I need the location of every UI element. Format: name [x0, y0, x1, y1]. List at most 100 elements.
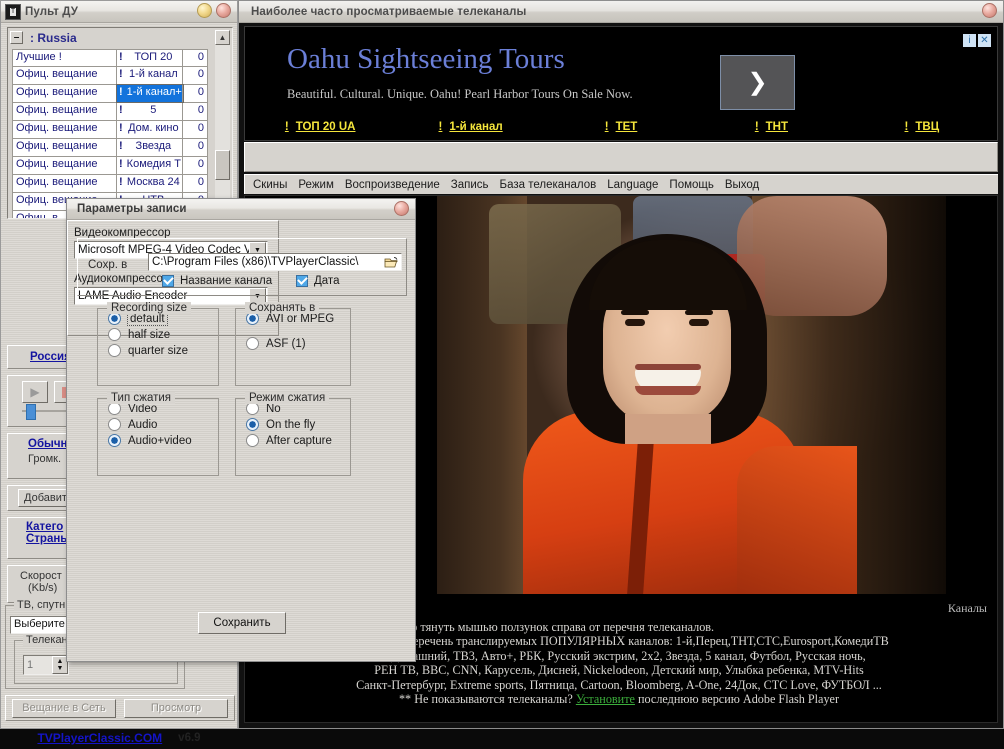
menu-item-режим[interactable]: Режим — [298, 179, 333, 191]
menu-item-скины[interactable]: Скины — [253, 179, 287, 191]
channel-name-checkbox-row[interactable]: Название канала — [162, 275, 272, 287]
table-row[interactable]: Офиц. вещание! Звезда 0 — [12, 139, 208, 157]
quick-channel-bang[interactable]: ! — [755, 121, 759, 133]
channel-name-cell[interactable]: ! Москва 24 — [117, 175, 183, 192]
quick-channel-label[interactable]: 1-й канал — [449, 121, 502, 133]
radio-option[interactable]: On the fly — [246, 418, 350, 431]
quick-channel-label[interactable]: ТЕТ — [616, 121, 638, 133]
radio-icon[interactable] — [108, 344, 121, 357]
menu-item-запись[interactable]: Запись — [451, 179, 489, 191]
menu-item-помощь[interactable]: Помощь — [669, 179, 713, 191]
radio-option[interactable]: After capture — [246, 434, 350, 447]
close-icon[interactable] — [216, 3, 231, 18]
folder-open-icon[interactable] — [382, 254, 401, 270]
menu-item-база-телеканалов[interactable]: База телеканалов — [500, 179, 597, 191]
radio-option[interactable]: ASF (1) — [246, 337, 350, 350]
channel-count: 0 — [197, 158, 204, 170]
dialog-titlebar[interactable]: Параметры записи — [67, 199, 415, 220]
channel-name-cell[interactable]: ! 1-й канал — [117, 67, 183, 84]
ad-subtitle: Beautiful. Cultural. Unique. Oahu! Pearl… — [287, 87, 633, 101]
quick-channel-bang[interactable]: ! — [439, 121, 443, 133]
chevron-right-icon[interactable]: ❯ — [720, 55, 795, 110]
video-player[interactable] — [437, 196, 946, 594]
ad-info-icon[interactable]: i — [963, 34, 976, 47]
radio-icon[interactable] — [108, 418, 121, 431]
menu-item-выход[interactable]: Выход — [725, 179, 759, 191]
scroll-up-icon[interactable]: ▲ — [215, 30, 230, 45]
channel-category: Офиц. вещание — [13, 121, 117, 138]
channel-name-cell[interactable]: ! ТОП 20 — [117, 50, 183, 66]
remote-footer: TVPlayerClassic.COM v6.9 — [1, 727, 237, 749]
country-link[interactable]: Россия — [30, 351, 71, 363]
close-icon[interactable] — [394, 201, 409, 216]
table-row[interactable]: Офиц. вещание! Комедия Т 0 — [12, 157, 208, 175]
channel-name-cell[interactable]: ! Звезда — [117, 139, 183, 156]
site-link[interactable]: TVPlayerClassic.COM — [37, 731, 162, 745]
quick-channel-link[interactable]: ! ТОП 20 UA — [245, 121, 395, 133]
radio-option[interactable]: Audio+video — [108, 434, 218, 447]
quick-channel-bang[interactable]: ! — [905, 121, 909, 133]
broadcast-to-net-button[interactable]: Вещание в Сеть — [12, 698, 116, 718]
channel-scrollbar[interactable]: ▲ — [215, 30, 230, 216]
menu-item-воспроизведение[interactable]: Воспроизведение — [345, 179, 440, 191]
radio-option[interactable]: quarter size — [108, 344, 218, 357]
quick-channel-label[interactable]: ТВЦ — [915, 121, 939, 133]
radio-icon[interactable] — [108, 328, 121, 341]
date-checkbox-row[interactable]: Дата — [296, 275, 339, 287]
table-row[interactable]: Офиц. вещание! 1-й канал+ 0 — [12, 84, 208, 103]
quick-channel-link[interactable]: ! ТВЦ — [847, 121, 997, 133]
radio-icon[interactable] — [108, 434, 121, 447]
table-row[interactable]: Офиц. вещание! Москва 24 0 — [12, 175, 208, 193]
channel-name-cell[interactable]: ! Комедия Т — [117, 157, 183, 174]
channel-number-stepper[interactable]: 1 ▲ ▼ — [23, 655, 69, 675]
table-row[interactable]: Офиц. вещание! 5 0 — [12, 103, 208, 121]
radio-option[interactable]: half size — [108, 328, 218, 341]
save-path-field[interactable]: C:\Program Files (x86)\TVPlayerClassic\ — [148, 253, 402, 271]
remote-window-titlebar[interactable]: T Пульт ДУ — [1, 1, 237, 23]
quick-channel-link[interactable]: ! 1-й канал — [395, 121, 545, 133]
table-row[interactable]: Офиц. вещание! 1-й канал 0 — [12, 67, 208, 85]
preview-button[interactable]: Просмотр — [124, 698, 228, 718]
table-row[interactable]: Лучшие !! ТОП 20 0 — [12, 49, 208, 67]
scrollbar-thumb[interactable] — [215, 150, 230, 180]
close-icon[interactable] — [982, 3, 997, 18]
stepper-down-icon[interactable]: ▼ — [57, 665, 64, 672]
menu-item-language[interactable]: Language — [607, 179, 658, 191]
ad-close-icon[interactable]: ✕ — [978, 34, 991, 47]
channel-count: 0 — [197, 86, 204, 98]
table-row[interactable]: Офиц. вещание! Дом. кино 0 — [12, 121, 208, 139]
recording-size-group: Recording size default half size quarter s… — [97, 302, 219, 386]
tv-sub-legend: Телекан — [23, 634, 71, 646]
quick-channel-link[interactable]: ! ТНТ — [696, 121, 846, 133]
radio-icon[interactable] — [246, 337, 259, 350]
radio-label: ASF (1) — [266, 337, 306, 350]
channel-name-cell[interactable]: ! 5 — [117, 103, 183, 120]
channel-count: 0 — [197, 68, 204, 80]
quick-channel-label[interactable]: ТОП 20 UA — [296, 121, 356, 133]
play-icon[interactable]: ▶ — [22, 381, 48, 403]
ad-banner[interactable]: Oahu Sightseeing Tours Beautiful. Cultur… — [244, 26, 998, 141]
store-in-legend: Сохранять в — [245, 302, 320, 314]
checkbox-checked-icon[interactable] — [296, 275, 308, 287]
channel-name-cell[interactable]: ! Дом. кино — [117, 121, 183, 138]
channel-number-value: 1 — [27, 659, 34, 671]
stepper-up-icon[interactable]: ▲ — [57, 658, 64, 665]
minimize-icon[interactable] — [197, 3, 212, 18]
radio-option[interactable]: Audio — [108, 418, 218, 431]
channels-label: Каналы — [947, 601, 987, 615]
quick-channel-links: ! ТОП 20 UA! 1-й канал! ТЕТ! ТНТ! ТВЦ — [245, 117, 997, 137]
channel-list-panel: – : Russia + Лучшие !!ТОП 200Офиц. вещан… — [7, 27, 233, 219]
radio-icon[interactable] — [246, 418, 259, 431]
checkbox-checked-icon[interactable] — [162, 275, 174, 287]
save-button[interactable]: Сохранить — [198, 612, 286, 634]
quick-channel-bang[interactable]: ! — [285, 121, 289, 133]
install-flash-link[interactable]: Установите — [576, 692, 635, 706]
quick-channel-label[interactable]: ТНТ — [766, 121, 788, 133]
quick-channel-link[interactable]: ! ТЕТ — [546, 121, 696, 133]
channel-name-cell[interactable]: ! 1-й канал+ — [116, 84, 184, 103]
collapse-button[interactable]: – — [10, 31, 23, 44]
main-window-titlebar[interactable]: Наиболее часто просматриваемые телеканал… — [239, 1, 1003, 23]
radio-icon[interactable] — [246, 434, 259, 447]
quick-channel-bang[interactable]: ! — [605, 121, 609, 133]
channel-count: 0 — [197, 122, 204, 134]
